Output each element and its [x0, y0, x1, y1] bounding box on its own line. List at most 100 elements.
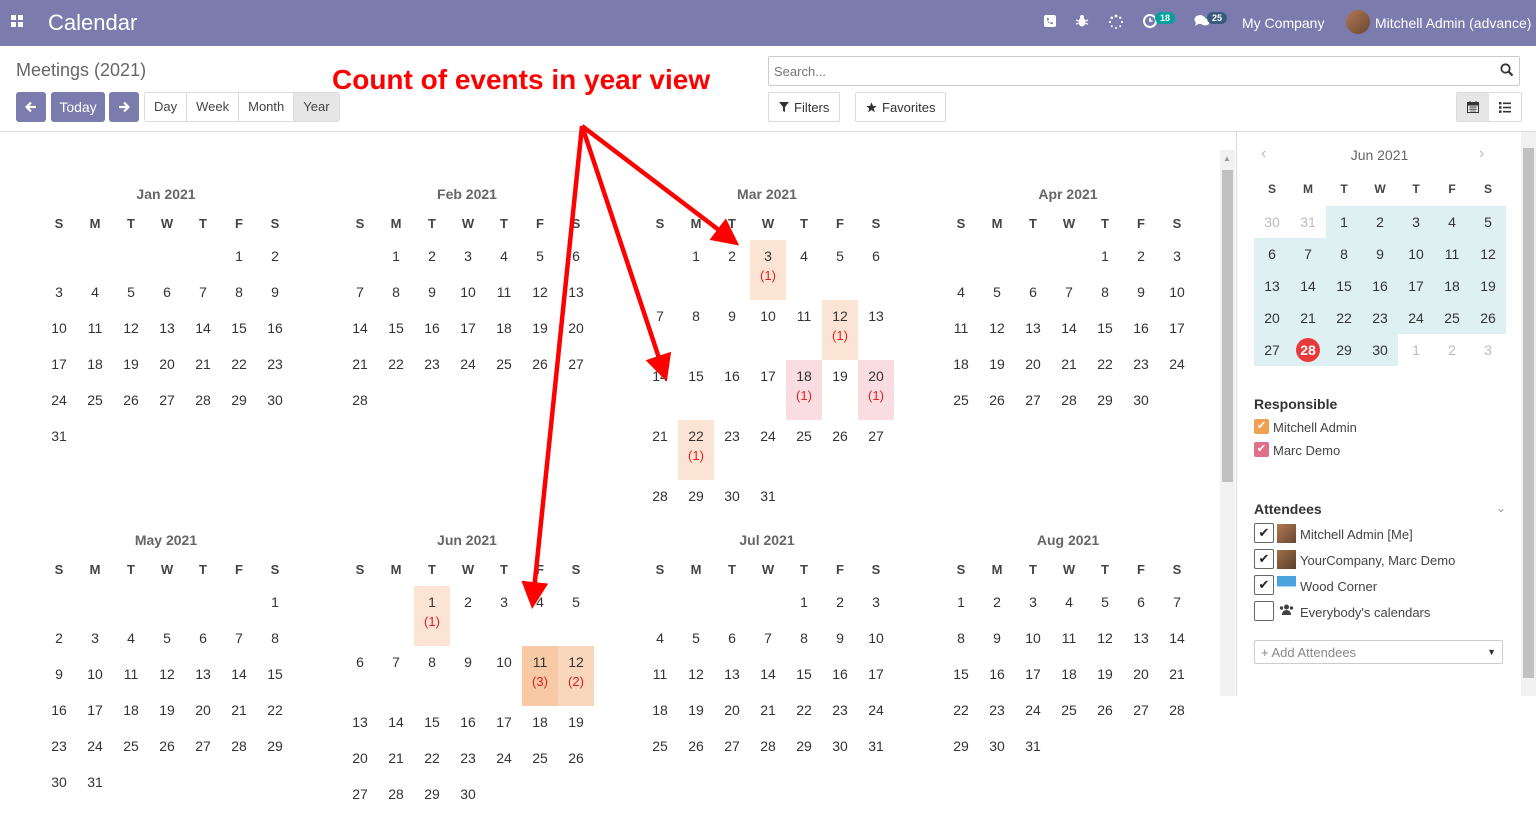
day-cell[interactable]: 29 — [257, 730, 293, 766]
day-cell[interactable]: 27 — [714, 730, 750, 766]
filters-button[interactable]: Filters — [768, 92, 841, 122]
mini-day-cell[interactable]: 25 — [1434, 302, 1470, 334]
day-cell[interactable]: 17 — [486, 706, 522, 742]
day-cell[interactable]: 10 — [1015, 622, 1051, 658]
day-cell[interactable]: 4 — [786, 240, 822, 276]
day-cell[interactable]: 1 — [943, 586, 979, 622]
mini-day-cell[interactable]: 6 — [1254, 238, 1290, 270]
day-cell[interactable]: 3 — [77, 622, 113, 658]
mini-day-cell[interactable]: 4 — [1434, 206, 1470, 238]
day-cell[interactable]: 21 — [185, 348, 221, 384]
day-cell[interactable]: 10 — [750, 300, 786, 336]
day-cell[interactable]: 22 — [257, 694, 293, 730]
day-cell[interactable]: 27 — [185, 730, 221, 766]
day-cell[interactable]: 11 — [113, 658, 149, 694]
day-cell[interactable]: 25 — [1051, 694, 1087, 730]
mini-day-cell[interactable]: 17 — [1398, 270, 1434, 302]
day-cell[interactable]: 23 — [450, 742, 486, 778]
day-cell[interactable]: 4 — [113, 622, 149, 658]
day-cell[interactable]: 30 — [257, 384, 293, 420]
mini-day-cell[interactable]: 29 — [1326, 334, 1362, 366]
day-cell[interactable]: 9 — [822, 622, 858, 658]
day-cell[interactable]: 28 — [642, 480, 678, 516]
day-cell[interactable]: 22 — [378, 348, 414, 384]
day-cell[interactable]: 28 — [185, 384, 221, 420]
day-cell[interactable]: 24 — [450, 348, 486, 384]
day-cell[interactable]: 13 — [1015, 312, 1051, 348]
day-cell[interactable]: 23 — [41, 730, 77, 766]
day-cell[interactable]: 5 — [149, 622, 185, 658]
day-cell[interactable]: 4 — [642, 622, 678, 658]
mini-day-cell[interactable]: 31 — [1290, 206, 1326, 238]
mini-day-cell[interactable]: 3 — [1470, 334, 1506, 366]
day-cell[interactable]: 11 — [786, 300, 822, 336]
day-cell[interactable]: 21 — [1159, 658, 1195, 694]
day-cell[interactable]: 29 — [678, 480, 714, 516]
day-cell[interactable]: 21 — [1051, 348, 1087, 384]
day-cell[interactable]: 30 — [450, 778, 486, 814]
day-cell[interactable]: 17 — [77, 694, 113, 730]
mini-day-cell[interactable]: 12 — [1470, 238, 1506, 270]
day-cell[interactable]: 11 — [642, 658, 678, 694]
day-cell[interactable]: 6 — [185, 622, 221, 658]
apps-menu-icon[interactable] — [11, 15, 23, 27]
day-cell[interactable]: 29 — [1087, 384, 1123, 420]
day-cell[interactable]: 28 — [378, 778, 414, 814]
day-cell[interactable]: 7 — [1159, 586, 1195, 622]
day-cell[interactable]: 2 — [41, 622, 77, 658]
day-cell[interactable]: 20 — [149, 348, 185, 384]
sidebar-scrollbar[interactable] — [1521, 132, 1536, 696]
day-cell[interactable]: 14 — [342, 312, 378, 348]
mini-day-cell[interactable]: 2 — [1434, 334, 1470, 366]
day-cell[interactable]: 1 — [378, 240, 414, 276]
day-cell[interactable]: 8 — [786, 622, 822, 658]
day-cell[interactable]: 16 — [822, 658, 858, 694]
mini-day-cell[interactable]: 19 — [1470, 270, 1506, 302]
day-cell[interactable]: 11 — [943, 312, 979, 348]
responsible-checkbox-mitchell[interactable]: ✔ — [1254, 419, 1269, 434]
day-cell[interactable]: 10 — [41, 312, 77, 348]
day-cell[interactable]: 12 (1) — [822, 300, 858, 360]
day-cell[interactable]: 12 — [113, 312, 149, 348]
add-attendees-input[interactable]: + Add Attendees ▼ — [1254, 640, 1503, 664]
day-cell[interactable]: 2 — [714, 240, 750, 276]
day-cell[interactable]: 4 — [522, 586, 558, 622]
day-cell[interactable]: 30 — [714, 480, 750, 516]
day-cell[interactable]: 5 — [979, 276, 1015, 312]
day-cell[interactable]: 16 — [714, 360, 750, 396]
bug-icon[interactable] — [1075, 14, 1089, 31]
day-cell[interactable]: 27 — [149, 384, 185, 420]
day-cell[interactable]: 19 — [149, 694, 185, 730]
day-cell[interactable]: 12 — [1087, 622, 1123, 658]
mini-day-cell[interactable]: 21 — [1290, 302, 1326, 334]
day-cell[interactable]: 20 (1) — [858, 360, 894, 420]
mini-day-cell[interactable]: 16 — [1362, 270, 1398, 302]
day-cell[interactable]: 6 — [149, 276, 185, 312]
day-cell[interactable]: 19 — [1087, 658, 1123, 694]
day-cell[interactable]: 12 — [979, 312, 1015, 348]
day-cell[interactable]: 8 — [943, 622, 979, 658]
scale-day-button[interactable]: Day — [145, 93, 188, 121]
user-avatar[interactable] — [1346, 10, 1370, 34]
day-cell[interactable]: 12 — [678, 658, 714, 694]
day-cell[interactable]: 8 — [678, 300, 714, 336]
day-cell[interactable]: 31 — [41, 420, 77, 456]
day-cell[interactable]: 1 — [1087, 240, 1123, 276]
day-cell[interactable]: 14 — [1051, 312, 1087, 348]
day-cell[interactable]: 9 — [450, 646, 486, 682]
day-cell[interactable]: 20 — [558, 312, 594, 348]
day-cell[interactable]: 1 (1) — [414, 586, 450, 646]
scale-year-button[interactable]: Year — [294, 93, 339, 121]
day-cell[interactable]: 28 — [750, 730, 786, 766]
scroll-up-icon[interactable]: ▲ — [1223, 154, 1231, 163]
day-cell[interactable]: 4 — [77, 276, 113, 312]
day-cell[interactable]: 19 — [822, 360, 858, 396]
day-cell[interactable]: 25 — [113, 730, 149, 766]
mini-day-cell[interactable]: 10 — [1398, 238, 1434, 270]
day-cell[interactable]: 29 — [414, 778, 450, 814]
calendar-scrollbar[interactable]: ▲ — [1220, 150, 1235, 696]
day-cell[interactable]: 9 — [414, 276, 450, 312]
scale-week-button[interactable]: Week — [187, 93, 240, 121]
mini-day-cell[interactable]: 30 — [1254, 206, 1290, 238]
day-cell[interactable]: 22 — [414, 742, 450, 778]
